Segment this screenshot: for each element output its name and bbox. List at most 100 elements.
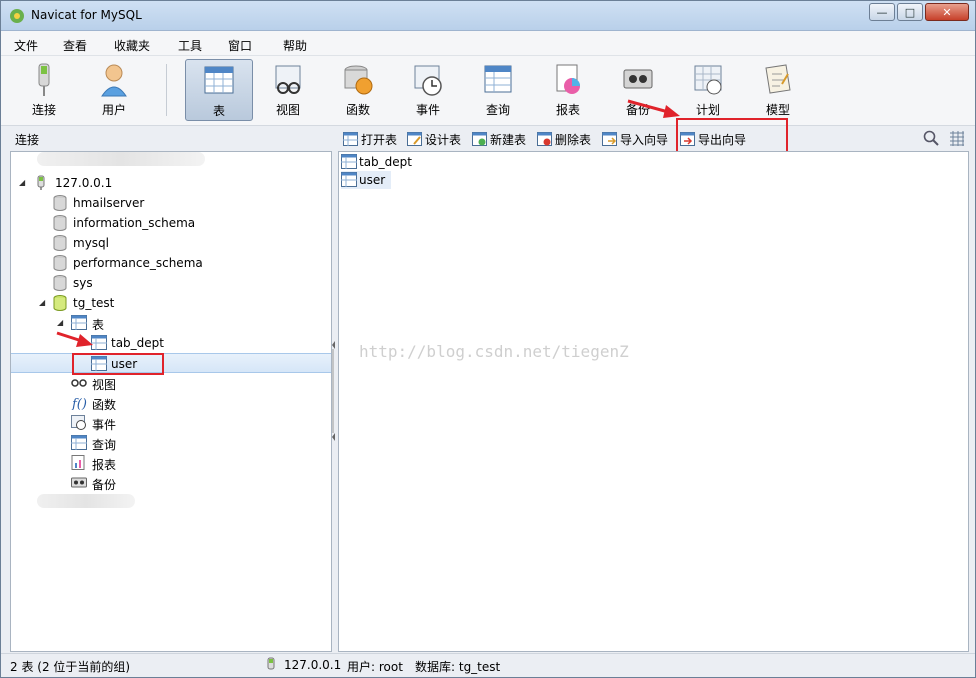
toolbar-model-label: 模型 [765,103,790,117]
menu-file[interactable]: 文件 [14,37,38,54]
new-table-icon [472,132,487,146]
toolbar-table-button[interactable]: 表 [185,59,253,121]
navicat-logo-icon [10,9,24,23]
open-table-button[interactable]: 打开表 [343,130,397,148]
tree-database-label: tg_test [73,296,115,310]
view-icon [71,379,87,387]
toolbar-connection-button[interactable]: 连接 [11,59,77,121]
user-icon [101,64,127,97]
toolbar-function-button[interactable]: 函数 [325,59,391,121]
toolbar-report-button[interactable]: 报表 [535,59,601,121]
tree-table-user[interactable]: user [11,353,331,373]
object-item-user[interactable]: user [341,171,391,189]
event-icon [71,415,86,430]
tree-database-label: hmailserver [73,196,145,210]
tree-reports-node[interactable]: 报表 [11,453,331,473]
table-icon [204,66,234,94]
tree-connection-node[interactable]: ◢ 127.0.0.1 [11,173,331,193]
maximize-button[interactable]: □ [897,3,923,21]
tree-database-label: information_schema [73,216,196,230]
blurred-connection [37,152,205,166]
toolbar-view-button[interactable]: 视图 [255,59,321,121]
tree-events-node[interactable]: 事件 [11,413,331,433]
backup-icon [623,69,653,89]
menu-favorites[interactable]: 收藏夹 [114,37,150,54]
tree-database-sys[interactable]: sys [11,273,331,293]
grid-view-icon[interactable] [949,130,965,146]
user-table-highlight [72,353,164,375]
connection-header-label: 连接 [15,133,40,147]
database-icon [53,235,67,251]
status-host: 127.0.0.1 [284,658,342,672]
toolbar-user-button[interactable]: 用户 [81,59,147,121]
tree-database-tg-test[interactable]: ◢ tg_test [11,293,331,313]
collapse-arrow-icon[interactable]: ◢ [39,298,45,307]
connection-icon [267,657,275,670]
tree-category-label: 函数 [92,398,117,412]
tree-queries-node[interactable]: 查询 [11,433,331,453]
database-icon [53,195,67,211]
object-item-tab-dept[interactable]: tab_dept [341,153,421,171]
title-bar: Navicat for MySQL — □ ✕ [1,1,975,31]
blurred-connection [37,494,135,508]
connection-header: 连接 [9,128,337,150]
connection-tree: ◢ 127.0.0.1 hmailserver information_sche… [10,151,332,652]
tree-database-mysql[interactable]: mysql [11,233,331,253]
collapse-arrow-icon[interactable]: ◢ [19,178,25,187]
view-icon [275,65,301,94]
minimize-button[interactable]: — [869,3,895,21]
function-icon [344,65,373,95]
tree-functions-node[interactable]: f() 函数 [11,393,331,413]
schedule-icon [694,65,722,95]
tree-database-information-schema[interactable]: information_schema [11,213,331,233]
object-item-label: tab_dept [359,155,412,169]
tree-category-label: 视图 [92,378,117,392]
event-icon [414,65,442,96]
tree-views-node[interactable]: 视图 [11,373,331,393]
tree-database-label: performance_schema [73,256,203,270]
open-table-icon [343,132,358,146]
annotation-arrow-icon [56,331,93,347]
tree-category-label: 备份 [92,478,117,492]
design-table-icon [407,132,422,146]
new-table-label: 新建表 [490,132,527,147]
watermark-text: http://blog.csdn.net/tiegenZ [359,342,629,361]
menu-view[interactable]: 查看 [63,37,87,54]
object-list-pane: tab_dept user http://blog.csdn.net/tiege… [338,151,969,652]
menu-tools[interactable]: 工具 [178,37,202,54]
svg-text:f(): f() [71,397,87,410]
tree-database-label: mysql [73,236,109,250]
database-open-icon [53,295,67,311]
connection-icon [37,175,45,190]
object-item-label: user [359,173,386,187]
search-icon[interactable] [923,130,939,146]
delete-table-button[interactable]: 删除表 [537,130,591,148]
menu-bar: 文件 查看 收藏夹 工具 窗口 帮助 [1,31,975,56]
close-button[interactable]: ✕ [925,3,969,21]
menu-help[interactable]: 帮助 [283,37,307,54]
toolbar-query-button[interactable]: 查询 [465,59,531,121]
window-title: Navicat for MySQL [31,8,142,22]
import-wizard-icon [602,132,617,146]
toolbar-table-label: 表 [212,104,225,118]
report-icon [556,64,580,94]
new-table-button[interactable]: 新建表 [472,130,526,148]
database-icon [53,275,67,291]
menu-window[interactable]: 窗口 [228,37,252,54]
toolbar-user-label: 用户 [101,103,126,117]
toolbar-connection-label: 连接 [31,103,56,117]
collapse-arrow-icon[interactable]: ◢ [57,318,63,327]
tree-database-performance-schema[interactable]: performance_schema [11,253,331,273]
tree-database-hmailserver[interactable]: hmailserver [11,193,331,213]
toolbar-event-button[interactable]: 事件 [395,59,461,121]
toolbar-model-button[interactable]: 模型 [745,59,811,121]
tree-category-label: 查询 [92,438,117,452]
function-icon: f() [71,397,87,410]
object-toolbar: 打开表 设计表 新建表 删除表 导入向导 导出向导 [337,128,969,150]
design-table-button[interactable]: 设计表 [407,130,461,148]
status-user: 用户: root [347,660,403,674]
tree-backups-node[interactable]: 备份 [11,473,331,493]
tree-database-label: sys [73,276,93,290]
import-wizard-button[interactable]: 导入向导 [602,130,668,148]
database-icon [53,215,67,231]
